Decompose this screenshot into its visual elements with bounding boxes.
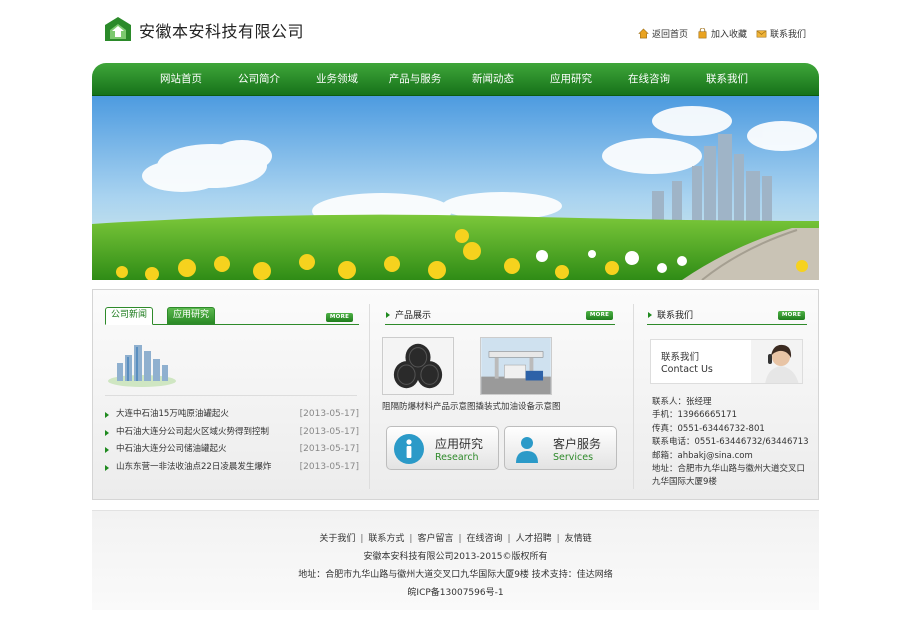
- contact-more-button[interactable]: MORE: [778, 311, 805, 320]
- footer-address: 地址：合肥市九华山路与徽州大道交叉口九华国际大厦9楼 技术支持：佳达网络: [298, 570, 613, 580]
- contact-fax: 传真：0551-63446732-801: [652, 423, 765, 434]
- content-panel: 公司新闻 应用研究 MORE 大连中石油15万吨原油罐起火 [2013-05-1…: [92, 289, 819, 500]
- news-list: 大连中石油15万吨原油罐起火 [2013-05-17] 中石油大连分公司起火区域…: [105, 406, 359, 476]
- company-logo[interactable]: 安徽本安科技有限公司: [103, 14, 304, 46]
- footer-link-jobs[interactable]: 人才招聘: [516, 534, 552, 544]
- bullet-arrow-icon: [105, 429, 109, 436]
- nav-item-news[interactable]: 新闻动态: [454, 63, 532, 96]
- products-caption: 阻隔防爆材料产品示意图撬装式加油设备示意图: [382, 402, 561, 412]
- main-nav: 网站首页 公司简介 业务领域 产品与服务 新闻动态 应用研究 在线咨询 联系我们: [92, 63, 819, 96]
- news-date: [2013-05-17]: [299, 409, 359, 419]
- bookmark-icon: [698, 28, 707, 39]
- nav-item-about[interactable]: 公司简介: [220, 63, 298, 96]
- contact-banner-cn: 联系我们: [661, 352, 700, 363]
- services-button-label: 客户服务: [553, 437, 602, 451]
- news-tabs: 公司新闻 应用研究: [105, 307, 359, 325]
- contact-address: 地址：合肥市九华山路与徽州大道交叉口九华国际大厦9楼: [652, 464, 806, 488]
- top-links: 返回首页 加入收藏 联系我们: [638, 27, 806, 40]
- nav-item-research[interactable]: 应用研究: [532, 63, 610, 96]
- column-divider: [369, 304, 370, 489]
- products-more-button[interactable]: MORE: [586, 311, 613, 320]
- product-image-skid-station[interactable]: [480, 337, 552, 395]
- bookmark-link[interactable]: 加入收藏: [697, 27, 747, 40]
- product-image-barrier-material[interactable]: [382, 337, 454, 395]
- info-icon: [394, 434, 424, 464]
- footer-separator: |: [409, 534, 413, 544]
- header-arrow-icon: [648, 312, 652, 318]
- news-title[interactable]: 中石油大连分公司储油罐起火: [116, 441, 227, 459]
- footer-separator: |: [458, 534, 462, 544]
- tab-company-news[interactable]: 公司新闻: [105, 307, 154, 325]
- contact-email[interactable]: 邮箱：ahbakj@sina.com: [652, 450, 812, 463]
- services-button-sublabel: Services: [553, 452, 594, 463]
- home-icon: [638, 28, 649, 39]
- contact-link-label: 联系我们: [770, 30, 807, 40]
- news-title[interactable]: 大连中石油15万吨原油罐起火: [116, 406, 229, 424]
- hero-banner: [92, 96, 819, 280]
- bullet-arrow-icon: [105, 447, 109, 453]
- footer-link-message[interactable]: 客户留言: [417, 534, 453, 544]
- bookmark-link-label: 加入收藏: [711, 30, 748, 40]
- contact-phone: 联系电话：0551-63446732/63446713: [652, 437, 809, 448]
- header-arrow-icon: [386, 312, 390, 318]
- news-more-button[interactable]: MORE: [326, 313, 353, 322]
- bullet-arrow-icon: [105, 412, 109, 418]
- news-item[interactable]: 山东东营一非法收油点22日凌晨发生爆炸 [2013-05-17]: [105, 459, 359, 477]
- footer: 关于我们 | 联系方式 | 客户留言 | 在线咨询 | 人才招聘 | 友情链 安徽本安科技有限公司2…: [92, 510, 819, 610]
- bullet-arrow-icon: [105, 464, 109, 471]
- footer-links: 关于我们 | 联系方式 | 客户留言 | 在线咨询 | 人才招聘 | 友情链: [92, 531, 819, 544]
- research-button-sublabel: Research: [435, 452, 479, 463]
- contact-person: 联系人：张经理: [652, 397, 712, 407]
- column-divider: [633, 304, 634, 489]
- mail-icon: [756, 30, 767, 38]
- footer-link-friends[interactable]: 友情链: [565, 534, 592, 544]
- news-title[interactable]: 中石油大连分公司起火区域火势得到控制: [116, 424, 269, 442]
- support-agent-image: [751, 340, 802, 383]
- footer-separator: |: [556, 534, 560, 544]
- services-button[interactable]: 客户服务 Services: [504, 426, 617, 470]
- city-thumbnail: [108, 345, 176, 387]
- news-date: [2013-05-17]: [299, 461, 359, 472]
- news-item[interactable]: 中石油大连分公司起火区域火势得到控制 [2013-05-17]: [105, 424, 359, 442]
- footer-separator: |: [507, 534, 511, 544]
- research-button[interactable]: 应用研究 Research: [386, 426, 499, 470]
- contact-mobile: 手机：13966665171: [652, 410, 737, 421]
- footer-separator: |: [360, 534, 364, 544]
- nav-item-home[interactable]: 网站首页: [142, 63, 220, 96]
- contact-info: 联系人：张经理 手机：13966665171 传真：0551-63446732-…: [652, 396, 812, 490]
- contact-banner-en: Contact Us: [661, 364, 713, 375]
- contact-title: 联系我们: [657, 311, 694, 321]
- tab-research[interactable]: 应用研究: [167, 307, 216, 324]
- news-item[interactable]: 大连中石油15万吨原油罐起火 [2013-05-17]: [105, 406, 359, 424]
- footer-copyright: 安徽本安科技有限公司2013-2015©版权所有: [363, 552, 548, 562]
- news-date: [2013-05-17]: [299, 444, 359, 454]
- nav-item-contact[interactable]: 联系我们: [688, 63, 766, 96]
- home-link-label: 返回首页: [652, 30, 689, 40]
- page: 安徽本安科技有限公司 返回首页 加入收藏 联系我们 网站首页 公司简介 业务领域…: [0, 0, 910, 619]
- house-logo-icon: [105, 17, 131, 41]
- news-title[interactable]: 山东东营一非法收油点22日凌晨发生爆炸: [116, 459, 271, 477]
- research-button-label: 应用研究: [435, 437, 484, 451]
- nav-item-consult[interactable]: 在线咨询: [610, 63, 688, 96]
- news-date: [2013-05-17]: [299, 426, 359, 437]
- home-link[interactable]: 返回首页: [638, 27, 688, 40]
- contact-link[interactable]: 联系我们: [756, 27, 806, 40]
- nav-item-products[interactable]: 产品与服务: [376, 63, 454, 96]
- products-header: 产品展示: [385, 307, 615, 325]
- footer-link-consult[interactable]: 在线咨询: [467, 534, 503, 544]
- footer-link-contact[interactable]: 联系方式: [368, 534, 404, 544]
- nav-item-business[interactable]: 业务领域: [298, 63, 376, 96]
- person-icon: [516, 437, 538, 463]
- products-title: 产品展示: [395, 311, 432, 321]
- footer-icp[interactable]: 皖ICP备13007596号-1: [92, 585, 819, 598]
- news-separator: [105, 395, 357, 396]
- news-item[interactable]: 中石油大连分公司储油罐起火 [2013-05-17]: [105, 441, 359, 459]
- footer-link-about[interactable]: 关于我们: [319, 534, 355, 544]
- contact-banner: 联系我们 Contact Us: [650, 339, 803, 384]
- company-name: 安徽本安科技有限公司: [139, 22, 305, 41]
